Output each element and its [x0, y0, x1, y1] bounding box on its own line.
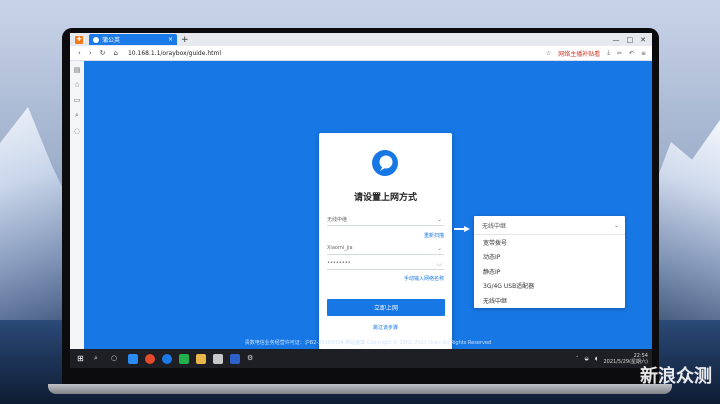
dropdown-header[interactable]: 无线中继 ⌄ — [474, 216, 625, 235]
chevron-down-icon: ⌄ — [613, 221, 619, 229]
option-dhcp[interactable]: 动态IP — [474, 250, 625, 265]
ssid-select[interactable]: Xiaomi_jia ⌄ — [327, 242, 444, 255]
chat-icon[interactable]: ◌ — [74, 127, 80, 135]
close-window-button[interactable]: ✕ — [640, 36, 646, 44]
browser-taskbar-icon[interactable] — [162, 353, 172, 364]
watermark-logo: 新浪众测 — [640, 366, 712, 387]
chevron-down-icon: ⌄ — [436, 244, 442, 252]
scissors-icon[interactable]: ✂ — [617, 50, 622, 57]
system-tray: ˄ ◒ ◖ 22:54 2021/5/29(星期六) — [576, 353, 648, 365]
new-tab-button[interactable]: + — [181, 35, 189, 45]
browser-logo-icon[interactable]: ✚ — [75, 35, 83, 44]
arrow-right-icon — [454, 226, 470, 232]
chevron-down-icon: ⌄ — [436, 215, 442, 223]
tab-title: 蒲公英 — [102, 37, 121, 44]
mountain-left — [0, 107, 70, 335]
wechat-icon[interactable] — [179, 353, 189, 364]
page-title: 请设置上网方式 — [353, 193, 417, 203]
mode-select[interactable]: 无线中继 ⌄ — [327, 213, 444, 226]
option-pppoe[interactable]: 宽带拨号 — [474, 235, 625, 250]
password-value: •••••••• — [327, 260, 351, 266]
tab-favicon-icon — [93, 36, 99, 43]
option-wireless-relay[interactable]: 无线中继 — [474, 293, 625, 308]
manual-ssid-link[interactable]: 手动输入网络名称 — [404, 275, 444, 282]
rescan-link[interactable]: 重新扫描 — [424, 232, 444, 239]
app-icon[interactable] — [213, 353, 223, 364]
volume-icon[interactable]: ◖ — [595, 356, 598, 362]
folder-icon[interactable] — [196, 353, 206, 364]
dropdown-selected: 无线中继 — [482, 222, 507, 230]
password-field[interactable]: •••••••• ◡ — [327, 257, 444, 270]
address-bar[interactable]: 10.168.1.1/oraybox/guide.html — [128, 50, 221, 57]
show-password-icon[interactable]: ◡ — [437, 260, 442, 267]
home-icon[interactable]: ⌂ — [114, 49, 118, 57]
taskbar: ⊞ ⌕ ○ ⚙ ˄ ◒ ◖ 22:54 2021/5/29(星期六) — [70, 349, 652, 368]
windows-start-icon[interactable]: ⊞ — [77, 354, 87, 364]
guide-page: 请设置上网方式 无线中继 ⌄ 重新扫描 Xiaomi_jia ⌄ •••••••… — [84, 61, 652, 365]
search-icon[interactable]: ⌕ — [94, 354, 104, 364]
network-icon[interactable]: ◒ — [584, 356, 588, 362]
forward-icon[interactable]: › — [89, 49, 92, 57]
tab-close-icon[interactable]: × — [168, 36, 173, 43]
tab-guide[interactable]: 蒲公英 × — [89, 34, 177, 45]
reload-icon[interactable]: ↻ — [100, 49, 106, 57]
skip-link[interactable]: 跳过该步骤 — [319, 324, 452, 331]
undo-icon[interactable]: ↶ — [629, 50, 634, 57]
option-usb-modem[interactable]: 3G/4G USB适配器 — [474, 279, 625, 294]
tab-bar: ✚ 蒲公英 × + — □ ✕ — [70, 33, 652, 46]
search-icon[interactable]: ⌕ — [75, 111, 79, 120]
setup-card: 请设置上网方式 无线中继 ⌄ 重新扫描 Xiaomi_jia ⌄ •••••••… — [319, 133, 452, 365]
window-controls: — □ ✕ — [613, 36, 647, 44]
ssid-select-value: Xiaomi_jia — [327, 245, 353, 251]
book-icon[interactable]: ▭ — [74, 96, 81, 104]
address-tools: ☆ 网络主播补贴看 ⤓ ✂ ↶ ≡ — [546, 49, 646, 58]
reader-icon[interactable]: ▤ — [74, 66, 81, 74]
settings-gear-icon[interactable]: ⚙ — [247, 354, 257, 364]
browser-sidebar: ▤ ☆ ▭ ⌕ ◌ — [70, 61, 85, 354]
photoshop-icon[interactable] — [230, 353, 240, 364]
back-icon[interactable]: ‹ — [78, 49, 81, 57]
laptop-screen: ✚ 蒲公英 × + — □ ✕ ‹ › ↻ ⌂ 10.168.1.1/orayb… — [70, 33, 652, 368]
maximize-button[interactable]: □ — [627, 36, 634, 44]
explorer-icon[interactable] — [128, 353, 138, 364]
minimize-button[interactable]: — — [613, 36, 620, 44]
chrome-icon[interactable] — [145, 353, 155, 364]
connect-button[interactable]: 立即上网 — [327, 299, 445, 316]
footer-text: 贵数电信业务经营许可证：沪B2-20100004 网站备案 Copyright … — [244, 340, 492, 346]
mountain-right — [650, 120, 720, 340]
option-static-ip[interactable]: 静态IP — [474, 264, 625, 279]
download-icon[interactable]: ⤓ — [607, 49, 610, 57]
nav-bar: ‹ › ↻ ⌂ 10.168.1.1/oraybox/guide.html ☆ … — [70, 46, 652, 61]
mode-select-value: 无线中继 — [327, 216, 348, 223]
dandelion-logo-icon — [372, 150, 398, 176]
menu-icon[interactable]: ≡ — [641, 50, 646, 57]
bookmark-icon[interactable]: ☆ — [546, 50, 551, 57]
tray-expand-icon[interactable]: ˄ — [576, 356, 579, 362]
connection-type-dropdown: 无线中继 ⌄ 宽带拨号 动态IP 静态IP 3G/4G USB适配器 无线中继 — [474, 216, 625, 308]
favorites-icon[interactable]: ☆ — [74, 81, 80, 89]
task-view-icon[interactable]: ○ — [111, 354, 121, 364]
hot-news-link[interactable]: 网络主播补贴看 — [558, 49, 600, 58]
laptop-base — [48, 384, 672, 394]
